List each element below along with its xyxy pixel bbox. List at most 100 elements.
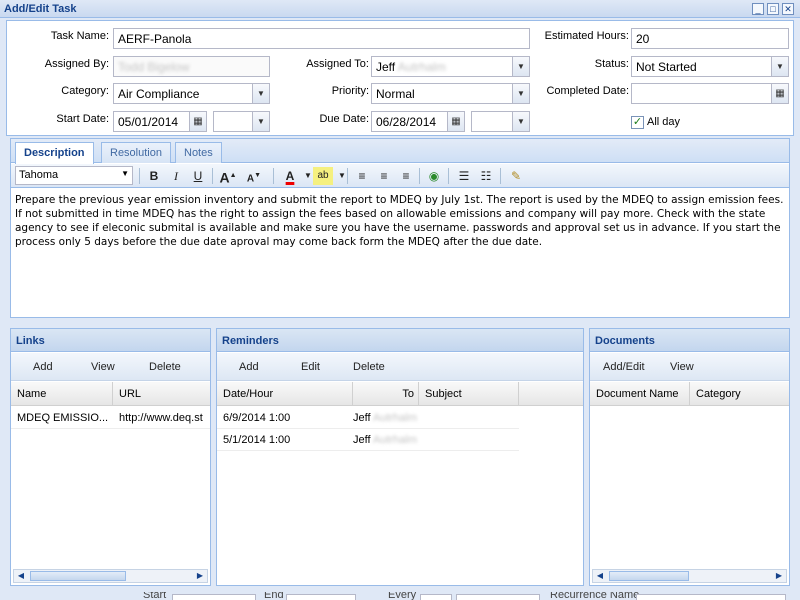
window-titlebar: Add/Edit Task _ □ ✕ bbox=[0, 0, 800, 18]
tab-description[interactable]: Description bbox=[15, 142, 94, 164]
chevron-down-icon[interactable]: ▼ bbox=[512, 84, 529, 103]
link-icon[interactable]: ◉ bbox=[425, 167, 443, 185]
chevron-down-icon[interactable]: ▼ bbox=[252, 112, 269, 131]
reminders-col-to[interactable]: To bbox=[353, 382, 419, 406]
reminders-col-date[interactable]: Date/Hour bbox=[217, 382, 353, 406]
recurrence-every-input[interactable] bbox=[420, 594, 452, 600]
links-col-name[interactable]: Name bbox=[11, 382, 113, 406]
due-date-input[interactable]: 06/28/2014 ▦ bbox=[371, 111, 465, 132]
minimize-button[interactable]: _ bbox=[752, 3, 764, 15]
toolbar-divider bbox=[139, 168, 140, 184]
completed-date-label: Completed Date: bbox=[546, 85, 629, 97]
links-col-url[interactable]: URL bbox=[113, 382, 210, 406]
shrink-text-button[interactable]: A▼ bbox=[245, 167, 263, 185]
start-label: Start bbox=[143, 592, 167, 600]
all-day-label: All day bbox=[647, 116, 681, 128]
font-color-button[interactable]: A bbox=[281, 167, 299, 185]
documents-title: Documents bbox=[590, 329, 789, 352]
maximize-button[interactable]: □ bbox=[767, 3, 779, 15]
completed-date-input[interactable]: ▦ bbox=[631, 83, 789, 104]
italic-button[interactable]: I bbox=[167, 167, 185, 185]
assigned-to-combo[interactable]: Jeff Autrhalm ▼ bbox=[371, 56, 530, 77]
documents-panel: Documents Add/Edit View Document Name Ca… bbox=[589, 328, 790, 586]
grow-text-button[interactable]: A▲ bbox=[219, 167, 237, 186]
documents-col-name[interactable]: Document Name bbox=[590, 382, 690, 406]
table-row[interactable]: 5/1/2014 1:00 Jeff Autrhalm bbox=[217, 429, 519, 451]
due-date-value: 06/28/2014 bbox=[376, 115, 437, 129]
reminders-edit-button[interactable]: Edit bbox=[301, 361, 320, 373]
recurrence-start-input[interactable] bbox=[172, 594, 256, 600]
tab-bar: Description Resolution Notes bbox=[11, 139, 789, 164]
tab-resolution[interactable]: Resolution bbox=[101, 142, 171, 163]
chevron-down-icon[interactable]: ▼ bbox=[512, 112, 529, 131]
window-title: Add/Edit Task bbox=[4, 3, 77, 15]
table-row[interactable]: MDEQ EMISSIO... http://www.deq.st bbox=[11, 407, 210, 429]
reminders-delete-button[interactable]: Delete bbox=[353, 361, 385, 373]
links-scrollbar[interactable]: ◀ ▶ bbox=[13, 569, 208, 583]
grow-text-glyph: A bbox=[219, 169, 230, 186]
all-day-checkbox[interactable]: ✓ bbox=[631, 116, 644, 129]
link-url-cell: http://www.deq.st bbox=[119, 412, 203, 424]
toolbar-divider bbox=[212, 168, 213, 184]
chevron-down-icon[interactable]: ▼ bbox=[512, 57, 529, 76]
links-toolbar: Add View Delete bbox=[11, 353, 210, 381]
recurrence-name-input[interactable] bbox=[636, 594, 786, 600]
chevron-right-icon[interactable]: ▶ bbox=[193, 570, 207, 582]
align-left-icon[interactable]: ≡ bbox=[353, 167, 371, 185]
close-button[interactable]: ✕ bbox=[782, 3, 794, 15]
chevron-left-icon[interactable]: ◀ bbox=[593, 570, 607, 582]
reminder-to-first: Jeff bbox=[353, 412, 371, 424]
category-combo[interactable]: Air Compliance ▼ bbox=[113, 83, 270, 104]
documents-col-category[interactable]: Category bbox=[690, 382, 789, 406]
links-delete-button[interactable]: Delete bbox=[149, 361, 181, 373]
task-name-input[interactable]: AERF-Panola bbox=[113, 28, 530, 49]
documents-toolbar: Add/Edit View bbox=[590, 353, 789, 381]
align-right-icon[interactable]: ≡ bbox=[397, 167, 415, 185]
table-row[interactable]: 6/9/2014 1:00 Jeff Autrhalm bbox=[217, 407, 519, 429]
font-family-value: Tahoma bbox=[19, 169, 59, 181]
scroll-thumb[interactable] bbox=[609, 571, 689, 581]
description-editor[interactable]: Prepare the previous year emission inven… bbox=[13, 191, 787, 315]
links-add-button[interactable]: Add bbox=[33, 361, 53, 373]
calendar-icon[interactable]: ▦ bbox=[189, 112, 206, 131]
recurrence-unit-combo[interactable] bbox=[456, 594, 540, 600]
chevron-left-icon[interactable]: ◀ bbox=[14, 570, 28, 582]
documents-scrollbar[interactable]: ◀ ▶ bbox=[592, 569, 787, 583]
tab-notes[interactable]: Notes bbox=[175, 142, 222, 163]
calendar-icon[interactable]: ▦ bbox=[447, 112, 464, 131]
recurrence-end-input[interactable] bbox=[286, 594, 356, 600]
reminders-grid-header: Date/Hour To Subject bbox=[217, 382, 583, 406]
chevron-down-icon[interactable]: ▼ bbox=[333, 167, 351, 185]
due-time-combo[interactable]: ▼ bbox=[471, 111, 530, 132]
reminders-add-button[interactable]: Add bbox=[239, 361, 259, 373]
documents-view-button[interactable]: View bbox=[670, 361, 694, 373]
start-date-input[interactable]: 05/01/2014 ▦ bbox=[113, 111, 207, 132]
start-time-combo[interactable]: ▼ bbox=[213, 111, 270, 132]
bullet-list-icon[interactable]: ☷ bbox=[477, 167, 495, 185]
reminder-subject-cell bbox=[419, 429, 519, 439]
links-view-button[interactable]: View bbox=[91, 361, 115, 373]
priority-combo[interactable]: Normal ▼ bbox=[371, 83, 530, 104]
highlight-button[interactable]: ab bbox=[313, 167, 333, 185]
ordered-list-icon[interactable]: ☰ bbox=[455, 167, 473, 185]
documents-add-edit-button[interactable]: Add/Edit bbox=[603, 361, 645, 373]
chevron-right-icon[interactable]: ▶ bbox=[772, 570, 786, 582]
reminders-panel: Reminders Add Edit Delete Date/Hour To S… bbox=[216, 328, 584, 586]
align-center-icon[interactable]: ≡ bbox=[375, 167, 393, 185]
estimated-hours-input[interactable]: 20 bbox=[631, 28, 789, 49]
reminders-title: Reminders bbox=[217, 329, 583, 352]
bold-button[interactable]: B bbox=[145, 167, 163, 185]
chevron-down-icon[interactable]: ▼ bbox=[771, 57, 788, 76]
underline-button[interactable]: U bbox=[189, 167, 207, 185]
status-combo[interactable]: Not Started ▼ bbox=[631, 56, 789, 77]
font-family-select[interactable]: Tahoma ▼ bbox=[15, 166, 133, 185]
calendar-icon[interactable]: ▦ bbox=[771, 84, 788, 103]
start-date-label: Start Date: bbox=[56, 113, 109, 125]
scroll-thumb[interactable] bbox=[30, 571, 126, 581]
source-edit-icon[interactable]: ✎ bbox=[507, 167, 525, 185]
chevron-down-icon[interactable]: ▼ bbox=[252, 84, 269, 103]
every-label: Every bbox=[388, 592, 417, 600]
reminder-subject-cell bbox=[419, 407, 519, 417]
reminders-col-subject[interactable]: Subject bbox=[419, 382, 519, 406]
documents-grid-header: Document Name Category bbox=[590, 382, 789, 406]
